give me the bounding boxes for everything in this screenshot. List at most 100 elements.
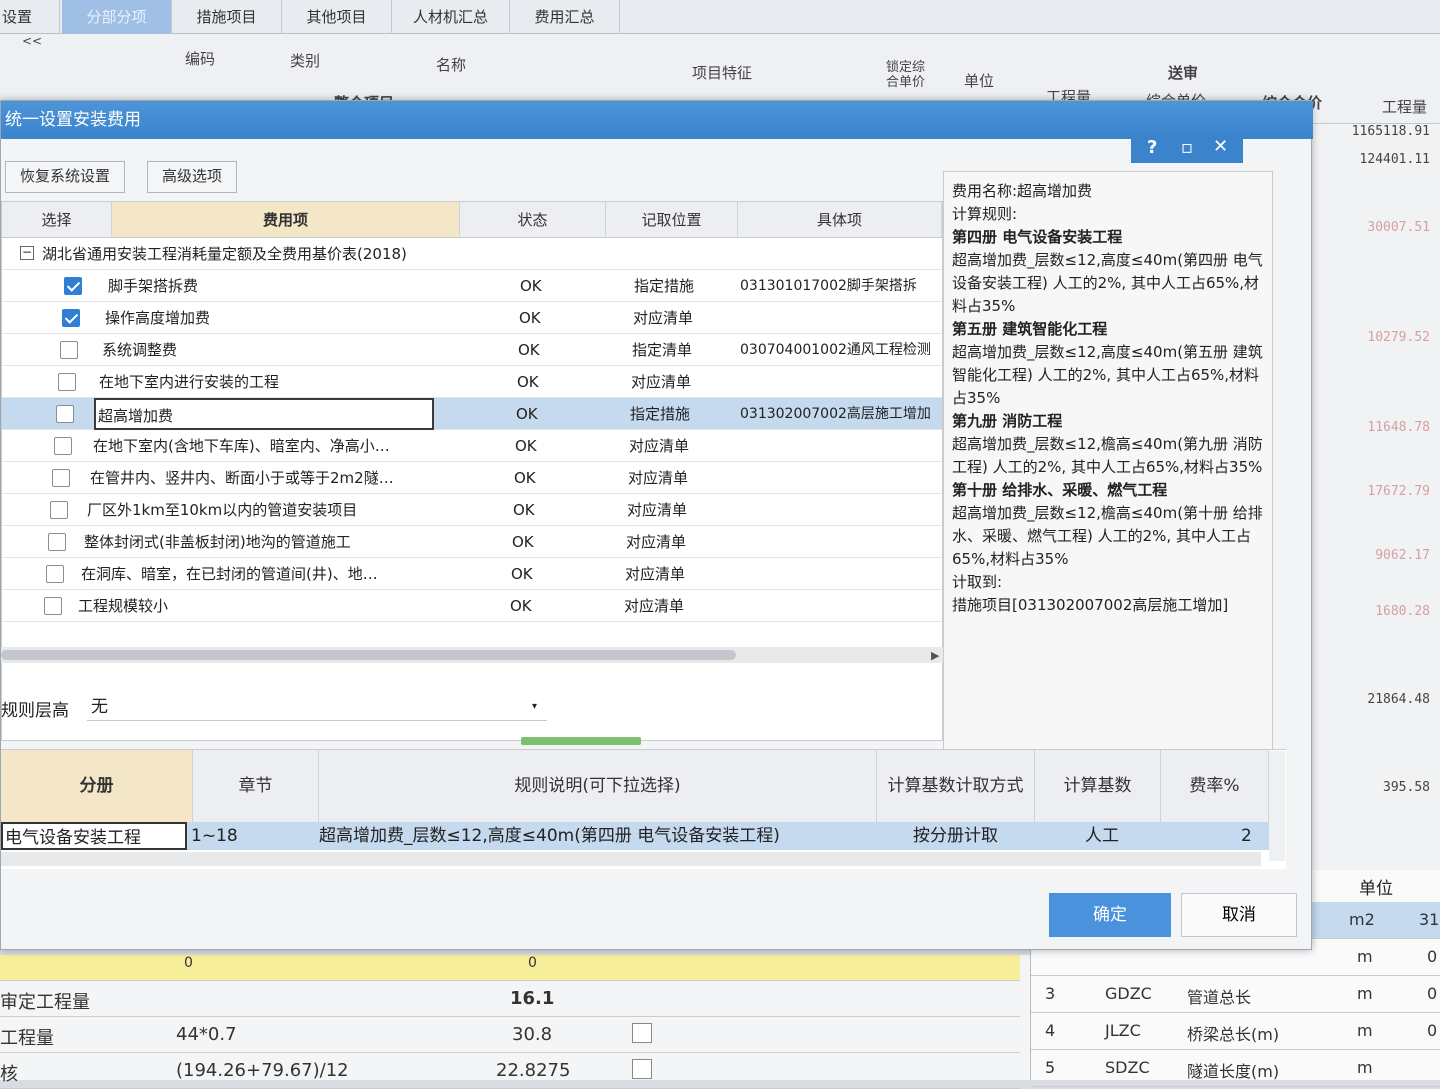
table-row[interactable]: 工程量 44*0.7 30.8 [0, 1017, 1020, 1053]
table-row[interactable]: 4 JLZC 桥梁总长(m) m 0 [1031, 1013, 1440, 1050]
row-checkbox[interactable] [50, 501, 68, 519]
fee-item-position[interactable]: 对应清单 [626, 526, 686, 558]
fee-item-detail[interactable]: 031302007002高层施工增加 [740, 398, 940, 430]
fee-item-position[interactable]: 对应清单 [629, 430, 689, 462]
info-section-title: 第十册 给排水、采暖、燃气工程 [952, 481, 1168, 499]
row-checkbox[interactable] [48, 533, 66, 551]
rule-row[interactable]: 电气设备安装工程 1~18 超高增加费_层数≤12,高度≤40m(第四册 电气设… [1, 822, 1271, 850]
fee-row[interactable]: 超高增加费 OK 指定措施 031302007002高层施工增加 [2, 398, 942, 430]
fee-row[interactable]: 整体封闭式(非盖板封闭)地沟的管道施工 OK 对应清单 [2, 526, 942, 558]
table-row[interactable]: 5 SDZC 隧道长度(m) m [1031, 1050, 1440, 1087]
row-checkbox[interactable] [56, 405, 74, 423]
column-header-base[interactable]: 计算基数 [1035, 750, 1161, 822]
row-checkbox[interactable] [632, 1023, 652, 1043]
column-header-method[interactable]: 计算基数计取方式 [877, 750, 1035, 822]
rule-method[interactable]: 按分册计取 [913, 822, 998, 850]
column-header-chapter[interactable]: 章节 [193, 750, 319, 822]
fee-row[interactable]: 在管井内、竖井内、断面小于或等于2m2隧… OK 对应清单 [2, 462, 942, 494]
fee-row[interactable]: 在地下室内(含地下车库)、暗室内、净高小… OK 对应清单 [2, 430, 942, 462]
fee-item-position[interactable]: 对应清单 [628, 462, 688, 494]
fee-item-detail[interactable] [740, 590, 940, 622]
fee-item-detail[interactable] [740, 526, 940, 558]
rules-vertical-scrollbar[interactable] [1269, 751, 1285, 861]
help-icon[interactable]: ? [1147, 137, 1157, 158]
rule-rate[interactable]: 2 [1241, 822, 1252, 850]
fee-item-detail[interactable] [740, 366, 940, 398]
close-icon[interactable]: ✕ [1213, 136, 1228, 157]
table-row[interactable]: 审定工程量 16.1 [0, 981, 1020, 1017]
panel-splitter[interactable] [521, 737, 641, 745]
column-header-rate[interactable]: 费率% [1161, 750, 1269, 822]
fee-row[interactable]: 厂区外1km至10km以内的管道安装项目 OK 对应清单 [2, 494, 942, 526]
scroll-right-icon[interactable]: ▶ [931, 649, 939, 662]
fee-item-position[interactable]: 对应清单 [625, 558, 685, 590]
column-header-fee-item[interactable]: 费用项 [112, 202, 460, 238]
fee-item-position[interactable]: 指定措施 [634, 270, 694, 302]
fee-item-detail[interactable] [740, 462, 940, 494]
row-checkbox[interactable] [52, 469, 70, 487]
rule-desc[interactable]: 超高增加费_层数≤12,高度≤40m(第四册 电气设备安装工程) [319, 822, 780, 850]
row-checkbox[interactable] [46, 565, 64, 583]
fee-item-detail[interactable] [740, 302, 940, 334]
row-checkbox[interactable] [60, 341, 78, 359]
rule-chapter[interactable]: 1~18 [191, 822, 238, 850]
fee-row[interactable]: 工程规模较小 OK 对应清单 [2, 590, 942, 622]
rule-volume[interactable]: 电气设备安装工程 [1, 822, 187, 850]
row-checkbox[interactable] [62, 309, 80, 327]
column-header-volume[interactable]: 分册 [1, 750, 193, 822]
info-section-title: 第五册 建筑智能化工程 [952, 320, 1108, 338]
row-checkbox[interactable] [632, 1059, 652, 1079]
table-row[interactable]: 3 GDZC 管道总长 m 0 [1031, 976, 1440, 1013]
fee-item-detail[interactable] [740, 430, 940, 462]
total-value: 10279.52 [1367, 330, 1430, 345]
fee-row[interactable]: 在地下室内进行安装的工程 OK 对应清单 [2, 366, 942, 398]
info-section-text: 超高增加费_层数≤12,高度≤40m(第五册 建筑智能化工程) 人工的2%, 其… [952, 343, 1263, 407]
fee-item-detail[interactable]: 030704001002通风工程检测 [740, 334, 940, 366]
fee-item-position[interactable]: 对应清单 [624, 590, 684, 622]
column-header-status[interactable]: 状态 [460, 202, 606, 238]
fee-item-position[interactable]: 对应清单 [633, 302, 693, 334]
rule-base[interactable]: 人工 [1085, 822, 1119, 850]
row-checkbox[interactable] [54, 437, 72, 455]
advanced-options-button[interactable]: 高级选项 [147, 161, 238, 193]
tab-sub-items[interactable]: 分部分项 [62, 0, 172, 34]
fee-row[interactable]: 脚手架搭拆费 OK 指定措施 031301017002脚手架搭拆 [2, 270, 942, 302]
info-section-title: 第九册 消防工程 [952, 412, 1063, 430]
fee-item-name: 脚手架搭拆费 [108, 277, 199, 295]
fee-item-name: 在地下室内进行安装的工程 [99, 373, 280, 391]
fee-item-detail[interactable] [740, 494, 940, 526]
table-row[interactable]: 核 (194.26+79.67)/12 22.8275 [0, 1053, 1020, 1089]
collapse-icon[interactable]: << [22, 34, 42, 48]
ok-button[interactable]: 确定 [1049, 893, 1171, 937]
fee-item-position[interactable]: 对应清单 [631, 366, 691, 398]
row-checkbox[interactable] [44, 597, 62, 615]
tab-fee-summary[interactable]: 费用汇总 [510, 0, 620, 34]
collapse-icon[interactable]: − [20, 246, 34, 260]
fee-item-position[interactable]: 指定措施 [630, 398, 690, 430]
fee-item-position[interactable]: 对应清单 [627, 494, 687, 526]
rule-floor-height-select[interactable]: 无 ▾ [87, 693, 547, 721]
fee-item-detail[interactable] [740, 558, 940, 590]
tab-other-items[interactable]: 其他项目 [282, 0, 392, 34]
row-checkbox[interactable] [58, 373, 76, 391]
fee-item-status: OK [518, 341, 540, 359]
fee-item-detail[interactable]: 031301017002脚手架搭拆 [740, 270, 940, 302]
group-row[interactable]: − 湖北省通用安装工程消耗量定额及全费用基价表(2018) [2, 238, 942, 270]
row-checkbox[interactable] [64, 277, 82, 295]
cancel-button[interactable]: 取消 [1181, 893, 1297, 937]
rules-horizontal-scrollbar[interactable] [1, 852, 1261, 866]
fee-row[interactable]: 系统调整费 OK 指定清单 030704001002通风工程检测 [2, 334, 942, 366]
column-header-rule-desc[interactable]: 规则说明(可下拉选择) [319, 750, 877, 822]
dialog-title-bar[interactable]: 统一设置安装费用 [1, 101, 1313, 139]
fee-item-position[interactable]: 指定清单 [632, 334, 692, 366]
maximize-icon[interactable]: ▫ [1181, 137, 1193, 158]
restore-system-settings-button[interactable]: 恢复系统设置 [5, 161, 126, 193]
fee-row[interactable]: 在洞库、暗室，在已封闭的管道间(井)、地… OK 对应清单 [2, 558, 942, 590]
column-header-select[interactable]: 选择 [2, 202, 112, 238]
fee-row[interactable]: 操作高度增加费 OK 对应清单 [2, 302, 942, 334]
tab-measures[interactable]: 措施项目 [172, 0, 282, 34]
scrollbar-thumb[interactable] [1, 650, 736, 660]
tab-labor-material[interactable]: 人材机汇总 [392, 0, 510, 34]
column-header-detail[interactable]: 具体项 [738, 202, 942, 238]
column-header-position[interactable]: 记取位置 [606, 202, 738, 238]
